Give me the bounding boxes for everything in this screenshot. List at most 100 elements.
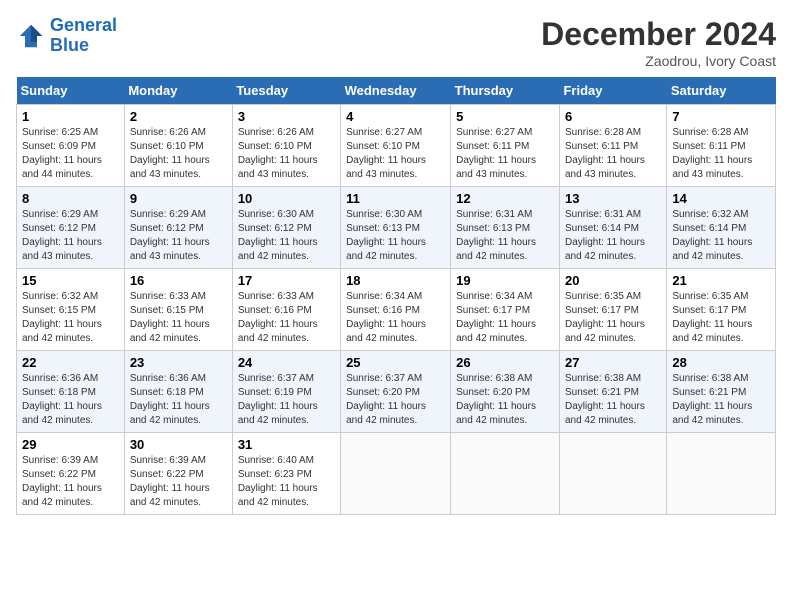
calendar-cell: 27 Sunrise: 6:38 AMSunset: 6:21 PMDaylig…	[559, 351, 666, 433]
logo-icon	[16, 21, 46, 51]
calendar-cell: 8 Sunrise: 6:29 AMSunset: 6:12 PMDayligh…	[17, 187, 125, 269]
day-info: Sunrise: 6:39 AMSunset: 6:22 PMDaylight:…	[22, 455, 102, 508]
calendar-cell: 2 Sunrise: 6:26 AMSunset: 6:10 PMDayligh…	[124, 105, 232, 187]
calendar-cell: 20 Sunrise: 6:35 AMSunset: 6:17 PMDaylig…	[559, 269, 666, 351]
calendar-table: SundayMondayTuesdayWednesdayThursdayFrid…	[16, 77, 776, 515]
day-number: 16	[130, 273, 227, 288]
calendar-cell: 22 Sunrise: 6:36 AMSunset: 6:18 PMDaylig…	[17, 351, 125, 433]
calendar-cell	[667, 433, 776, 515]
page-header: General Blue December 2024 Zaodrou, Ivor…	[16, 16, 776, 69]
day-info: Sunrise: 6:33 AMSunset: 6:15 PMDaylight:…	[130, 291, 210, 344]
calendar-cell: 16 Sunrise: 6:33 AMSunset: 6:15 PMDaylig…	[124, 269, 232, 351]
day-number: 15	[22, 273, 119, 288]
col-header-sunday: Sunday	[17, 77, 125, 105]
calendar-cell: 6 Sunrise: 6:28 AMSunset: 6:11 PMDayligh…	[559, 105, 666, 187]
day-info: Sunrise: 6:25 AMSunset: 6:09 PMDaylight:…	[22, 127, 102, 180]
calendar-cell: 29 Sunrise: 6:39 AMSunset: 6:22 PMDaylig…	[17, 433, 125, 515]
day-info: Sunrise: 6:29 AMSunset: 6:12 PMDaylight:…	[22, 209, 102, 262]
calendar-cell: 24 Sunrise: 6:37 AMSunset: 6:19 PMDaylig…	[232, 351, 340, 433]
calendar-cell: 18 Sunrise: 6:34 AMSunset: 6:16 PMDaylig…	[341, 269, 451, 351]
calendar-week-row: 22 Sunrise: 6:36 AMSunset: 6:18 PMDaylig…	[17, 351, 776, 433]
day-info: Sunrise: 6:40 AMSunset: 6:23 PMDaylight:…	[238, 455, 318, 508]
calendar-cell: 21 Sunrise: 6:35 AMSunset: 6:17 PMDaylig…	[667, 269, 776, 351]
calendar-header-row: SundayMondayTuesdayWednesdayThursdayFrid…	[17, 77, 776, 105]
day-info: Sunrise: 6:39 AMSunset: 6:22 PMDaylight:…	[130, 455, 210, 508]
day-number: 7	[672, 109, 770, 124]
day-number: 23	[130, 355, 227, 370]
day-number: 10	[238, 191, 335, 206]
day-info: Sunrise: 6:31 AMSunset: 6:13 PMDaylight:…	[456, 209, 536, 262]
calendar-cell: 26 Sunrise: 6:38 AMSunset: 6:20 PMDaylig…	[451, 351, 560, 433]
calendar-week-row: 1 Sunrise: 6:25 AMSunset: 6:09 PMDayligh…	[17, 105, 776, 187]
day-number: 8	[22, 191, 119, 206]
calendar-cell: 25 Sunrise: 6:37 AMSunset: 6:20 PMDaylig…	[341, 351, 451, 433]
calendar-cell: 11 Sunrise: 6:30 AMSunset: 6:13 PMDaylig…	[341, 187, 451, 269]
day-number: 29	[22, 437, 119, 452]
day-number: 21	[672, 273, 770, 288]
day-info: Sunrise: 6:37 AMSunset: 6:20 PMDaylight:…	[346, 373, 426, 426]
calendar-cell: 10 Sunrise: 6:30 AMSunset: 6:12 PMDaylig…	[232, 187, 340, 269]
month-title: December 2024	[541, 16, 776, 53]
col-header-friday: Friday	[559, 77, 666, 105]
day-info: Sunrise: 6:38 AMSunset: 6:21 PMDaylight:…	[672, 373, 752, 426]
calendar-cell: 12 Sunrise: 6:31 AMSunset: 6:13 PMDaylig…	[451, 187, 560, 269]
day-info: Sunrise: 6:32 AMSunset: 6:15 PMDaylight:…	[22, 291, 102, 344]
day-info: Sunrise: 6:36 AMSunset: 6:18 PMDaylight:…	[22, 373, 102, 426]
calendar-week-row: 29 Sunrise: 6:39 AMSunset: 6:22 PMDaylig…	[17, 433, 776, 515]
day-info: Sunrise: 6:33 AMSunset: 6:16 PMDaylight:…	[238, 291, 318, 344]
day-info: Sunrise: 6:29 AMSunset: 6:12 PMDaylight:…	[130, 209, 210, 262]
day-info: Sunrise: 6:26 AMSunset: 6:10 PMDaylight:…	[238, 127, 318, 180]
col-header-tuesday: Tuesday	[232, 77, 340, 105]
day-number: 6	[565, 109, 661, 124]
calendar-cell: 19 Sunrise: 6:34 AMSunset: 6:17 PMDaylig…	[451, 269, 560, 351]
day-number: 2	[130, 109, 227, 124]
day-number: 18	[346, 273, 445, 288]
day-number: 27	[565, 355, 661, 370]
col-header-thursday: Thursday	[451, 77, 560, 105]
calendar-cell: 7 Sunrise: 6:28 AMSunset: 6:11 PMDayligh…	[667, 105, 776, 187]
col-header-wednesday: Wednesday	[341, 77, 451, 105]
day-number: 12	[456, 191, 554, 206]
day-number: 30	[130, 437, 227, 452]
day-info: Sunrise: 6:35 AMSunset: 6:17 PMDaylight:…	[672, 291, 752, 344]
day-number: 3	[238, 109, 335, 124]
calendar-cell: 5 Sunrise: 6:27 AMSunset: 6:11 PMDayligh…	[451, 105, 560, 187]
title-area: December 2024 Zaodrou, Ivory Coast	[541, 16, 776, 69]
calendar-cell: 1 Sunrise: 6:25 AMSunset: 6:09 PMDayligh…	[17, 105, 125, 187]
day-number: 19	[456, 273, 554, 288]
day-number: 28	[672, 355, 770, 370]
day-info: Sunrise: 6:30 AMSunset: 6:13 PMDaylight:…	[346, 209, 426, 262]
day-number: 26	[456, 355, 554, 370]
day-number: 20	[565, 273, 661, 288]
calendar-cell	[341, 433, 451, 515]
day-number: 1	[22, 109, 119, 124]
calendar-week-row: 15 Sunrise: 6:32 AMSunset: 6:15 PMDaylig…	[17, 269, 776, 351]
calendar-cell: 23 Sunrise: 6:36 AMSunset: 6:18 PMDaylig…	[124, 351, 232, 433]
day-number: 11	[346, 191, 445, 206]
calendar-cell: 28 Sunrise: 6:38 AMSunset: 6:21 PMDaylig…	[667, 351, 776, 433]
day-info: Sunrise: 6:28 AMSunset: 6:11 PMDaylight:…	[565, 127, 645, 180]
day-info: Sunrise: 6:27 AMSunset: 6:11 PMDaylight:…	[456, 127, 536, 180]
day-info: Sunrise: 6:38 AMSunset: 6:20 PMDaylight:…	[456, 373, 536, 426]
day-number: 31	[238, 437, 335, 452]
location-subtitle: Zaodrou, Ivory Coast	[541, 53, 776, 69]
calendar-cell: 30 Sunrise: 6:39 AMSunset: 6:22 PMDaylig…	[124, 433, 232, 515]
logo: General Blue	[16, 16, 117, 56]
day-info: Sunrise: 6:35 AMSunset: 6:17 PMDaylight:…	[565, 291, 645, 344]
calendar-cell: 17 Sunrise: 6:33 AMSunset: 6:16 PMDaylig…	[232, 269, 340, 351]
calendar-cell	[559, 433, 666, 515]
day-info: Sunrise: 6:30 AMSunset: 6:12 PMDaylight:…	[238, 209, 318, 262]
day-info: Sunrise: 6:34 AMSunset: 6:16 PMDaylight:…	[346, 291, 426, 344]
calendar-cell	[451, 433, 560, 515]
col-header-monday: Monday	[124, 77, 232, 105]
day-number: 24	[238, 355, 335, 370]
col-header-saturday: Saturday	[667, 77, 776, 105]
day-number: 22	[22, 355, 119, 370]
day-info: Sunrise: 6:37 AMSunset: 6:19 PMDaylight:…	[238, 373, 318, 426]
day-info: Sunrise: 6:32 AMSunset: 6:14 PMDaylight:…	[672, 209, 752, 262]
calendar-cell: 4 Sunrise: 6:27 AMSunset: 6:10 PMDayligh…	[341, 105, 451, 187]
calendar-cell: 3 Sunrise: 6:26 AMSunset: 6:10 PMDayligh…	[232, 105, 340, 187]
day-info: Sunrise: 6:34 AMSunset: 6:17 PMDaylight:…	[456, 291, 536, 344]
calendar-cell: 13 Sunrise: 6:31 AMSunset: 6:14 PMDaylig…	[559, 187, 666, 269]
day-number: 25	[346, 355, 445, 370]
